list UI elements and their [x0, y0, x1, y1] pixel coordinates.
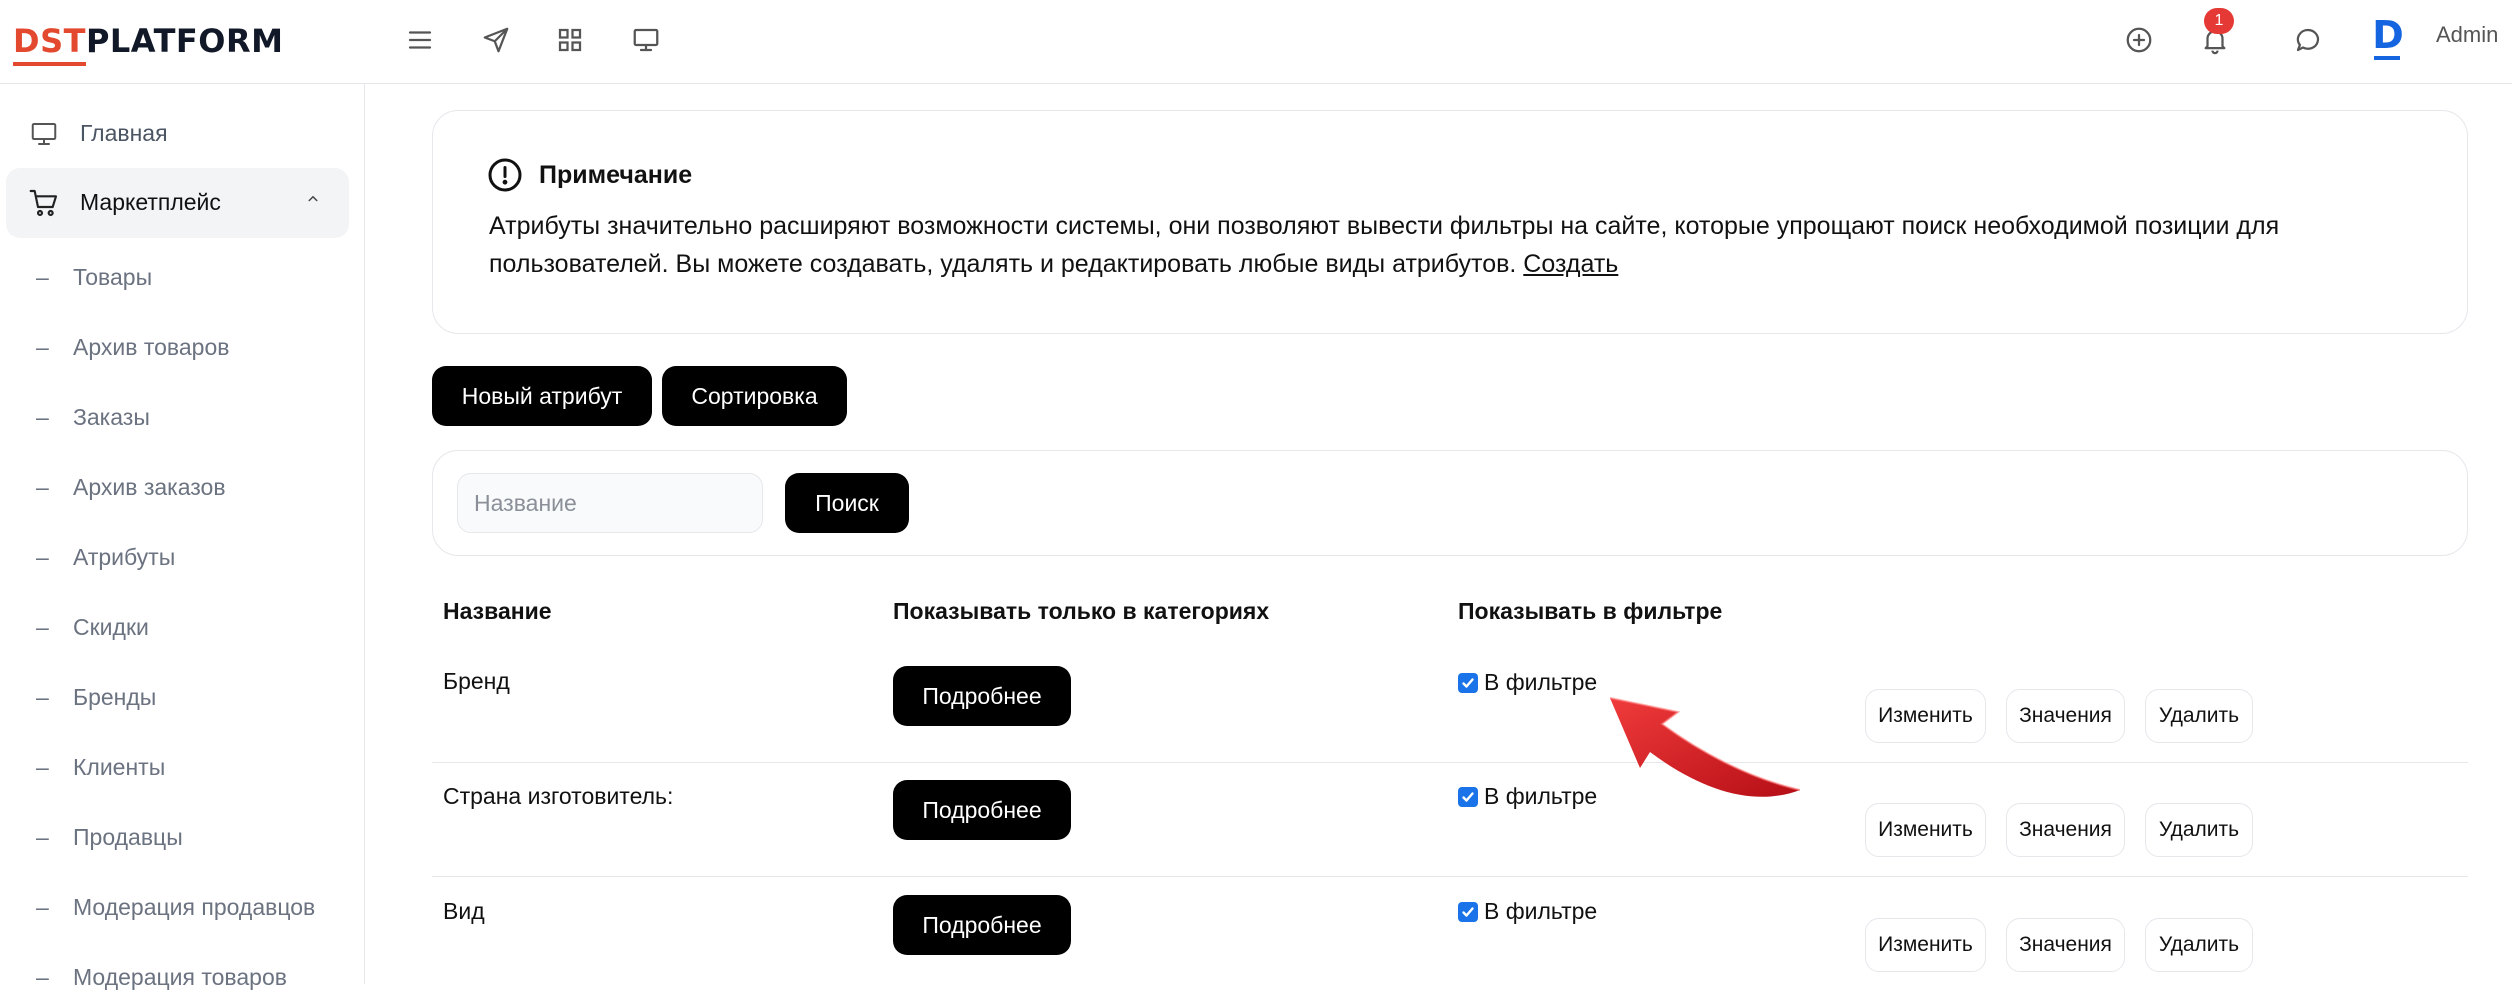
attribute-name: Страна изготовитель: — [443, 783, 674, 809]
details-button[interactable]: Подробнее — [893, 780, 1071, 840]
sidebar-subitem-label: Скидки — [73, 614, 149, 640]
filter-checkbox[interactable]: В фильтре — [1458, 669, 1597, 696]
sidebar-subitem-label: Заказы — [73, 404, 150, 430]
values-button[interactable]: Значения — [2006, 918, 2125, 972]
send-icon[interactable] — [474, 18, 518, 62]
sidebar-subitem-seller-moderation[interactable]: – Модерация продавцов — [0, 884, 365, 932]
search-button[interactable]: Поиск — [785, 473, 909, 533]
dash-marker: – — [36, 964, 49, 990]
user-name[interactable]: Admin — [2436, 22, 2498, 48]
logo-platform: PLATFORM — [85, 22, 284, 60]
checkbox-checked-icon[interactable] — [1458, 672, 1478, 693]
sidebar-subitem-product-moderation[interactable]: – Модерация товаров — [0, 954, 365, 1002]
filter-checkbox-label: В фильтре — [1484, 898, 1598, 924]
filter-checkbox-label: В фильтре — [1484, 669, 1598, 695]
edit-button[interactable]: Изменить — [1865, 918, 1986, 972]
sidebar-subitem-label: Товары — [73, 264, 153, 290]
sidebar-subitem-clients[interactable]: – Клиенты — [0, 744, 365, 792]
row-divider — [432, 762, 2468, 763]
sidebar-subitem-products-archive[interactable]: – Архив товаров — [0, 324, 365, 372]
notifications-badge: 1 — [2204, 8, 2234, 34]
cart-icon — [28, 187, 60, 219]
attribute-name: Вид — [443, 898, 485, 924]
sort-button[interactable]: Сортировка — [662, 366, 847, 426]
search-input[interactable] — [457, 473, 763, 533]
create-link[interactable]: Создать — [1523, 250, 1618, 278]
dash-marker: – — [36, 474, 49, 500]
sidebar-subitem-products[interactable]: – Товары — [0, 254, 365, 302]
search-card: Поиск — [432, 450, 2468, 556]
monitor-icon — [28, 118, 60, 150]
delete-button[interactable]: Удалить — [2145, 918, 2253, 972]
column-header-categories: Показывать только в категориях — [893, 598, 1270, 624]
sidebar-subitem-label: Модерация продавцов — [73, 894, 316, 920]
monitor-icon[interactable] — [624, 18, 668, 62]
dash-marker: – — [36, 404, 49, 430]
attribute-name: Бренд — [443, 668, 510, 694]
sidebar-subitem-label: Атрибуты — [73, 544, 176, 570]
sidebar-item-label: Маркетплейс — [80, 189, 221, 215]
user-avatar[interactable]: D — [2370, 13, 2406, 60]
logo[interactable]: DST PLATFORM — [13, 18, 284, 66]
dash-marker: – — [36, 684, 49, 710]
sidebar-subitem-label: Бренды — [73, 684, 157, 710]
filter-checkbox-label: В фильтре — [1484, 783, 1598, 809]
annotation-arrow-icon — [1609, 697, 1801, 797]
sidebar-subitem-label: Архив заказов — [73, 474, 226, 500]
sidebar-subitem-discounts[interactable]: – Скидки — [0, 604, 365, 652]
sidebar-subitem-label: Продавцы — [73, 824, 183, 850]
dash-marker: – — [36, 614, 49, 640]
delete-button[interactable]: Удалить — [2145, 689, 2253, 743]
note-body: Атрибуты значительно расширяют возможнос… — [489, 212, 2280, 278]
sidebar-subitem-orders-archive[interactable]: – Архив заказов — [0, 464, 365, 512]
new-attribute-button[interactable]: Новый атрибут — [432, 366, 652, 426]
values-button[interactable]: Значения — [2006, 803, 2125, 857]
details-button[interactable]: Подробнее — [893, 666, 1071, 726]
details-button[interactable]: Подробнее — [893, 895, 1071, 955]
column-header-filter: Показывать в фильтре — [1458, 598, 1723, 624]
sidebar-subitem-label: Модерация товаров — [73, 964, 287, 990]
menu-icon[interactable] — [398, 18, 442, 62]
sidebar-subitem-orders[interactable]: – Заказы — [0, 394, 365, 442]
sidebar-subitem-label: Клиенты — [73, 754, 166, 780]
sidebar-subitem-attributes[interactable]: – Атрибуты — [0, 534, 365, 582]
sidebar-subitem-brands[interactable]: – Бренды — [0, 674, 365, 722]
dash-marker: – — [36, 264, 49, 290]
edit-button[interactable]: Изменить — [1865, 803, 1986, 857]
sidebar-subitem-sellers[interactable]: – Продавцы — [0, 814, 365, 862]
alert-circle-icon — [487, 157, 523, 193]
dash-marker: – — [36, 894, 49, 920]
note-title: Примечание — [539, 161, 693, 189]
dash-marker: – — [36, 754, 49, 780]
dash-marker: – — [36, 824, 49, 850]
sidebar-subitem-label: Архив товаров — [73, 334, 230, 360]
sidebar: Главная Маркетплейс – Товары – Архив тов… — [0, 84, 365, 990]
dash-marker: – — [36, 334, 49, 360]
dash-marker: – — [36, 544, 49, 570]
values-button[interactable]: Значения — [2006, 689, 2125, 743]
filter-checkbox[interactable]: В фильтре — [1458, 898, 1597, 925]
note-text: Атрибуты значительно расширяют возможнос… — [489, 207, 2449, 283]
sidebar-item-label: Главная — [80, 120, 168, 146]
checkbox-checked-icon[interactable] — [1458, 786, 1478, 807]
apps-grid-icon[interactable] — [548, 18, 592, 62]
edit-button[interactable]: Изменить — [1865, 689, 1986, 743]
chevron-up-icon[interactable] — [304, 190, 322, 213]
delete-button[interactable]: Удалить — [2145, 803, 2253, 857]
logo-dst: DST — [13, 22, 86, 66]
checkbox-checked-icon[interactable] — [1458, 901, 1478, 922]
sidebar-item-marketplace[interactable]: Маркетплейс — [6, 168, 349, 238]
note-card: Примечание Атрибуты значительно расширяю… — [432, 110, 2468, 334]
add-circle-icon[interactable] — [2117, 18, 2161, 62]
chat-icon[interactable] — [2286, 18, 2330, 62]
top-header: DST PLATFORM 1 D Admin — [0, 0, 2512, 84]
filter-checkbox[interactable]: В фильтре — [1458, 783, 1597, 810]
column-header-name: Название — [443, 598, 552, 624]
row-divider — [432, 876, 2468, 877]
